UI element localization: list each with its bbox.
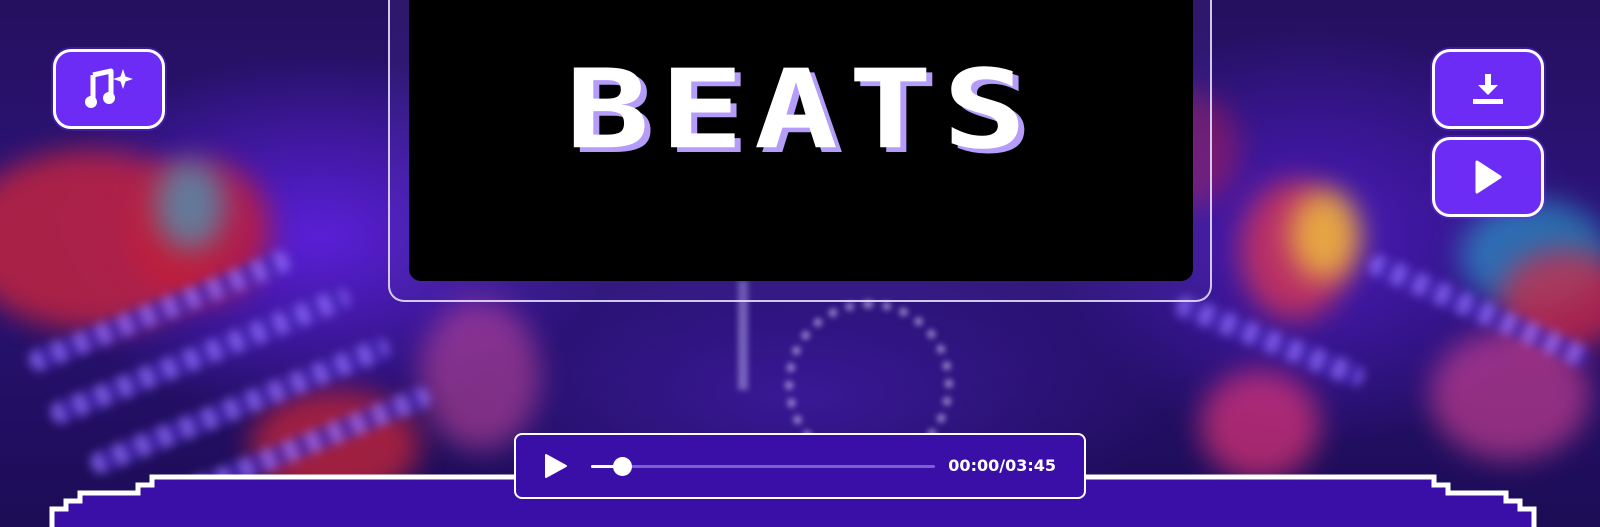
music-button[interactable] bbox=[53, 49, 165, 129]
beats-screen: BEATS 00:00/03:45 bbox=[0, 0, 1600, 527]
play-icon bbox=[545, 454, 567, 478]
music-sparkle-icon bbox=[85, 68, 133, 108]
time-display: 00:00/03:45 bbox=[948, 456, 1056, 475]
play-button[interactable] bbox=[1432, 137, 1544, 217]
audio-player: 00:00/03:45 bbox=[514, 433, 1086, 499]
logo-title: BEATS bbox=[565, 46, 1037, 174]
download-button[interactable] bbox=[1432, 49, 1544, 129]
logo-panel: BEATS bbox=[409, 0, 1193, 281]
progress-track[interactable] bbox=[591, 457, 935, 476]
progress-thumb[interactable] bbox=[612, 457, 632, 476]
download-icon bbox=[1473, 74, 1503, 104]
play-icon bbox=[1475, 160, 1502, 194]
player-play-button[interactable] bbox=[542, 453, 568, 479]
